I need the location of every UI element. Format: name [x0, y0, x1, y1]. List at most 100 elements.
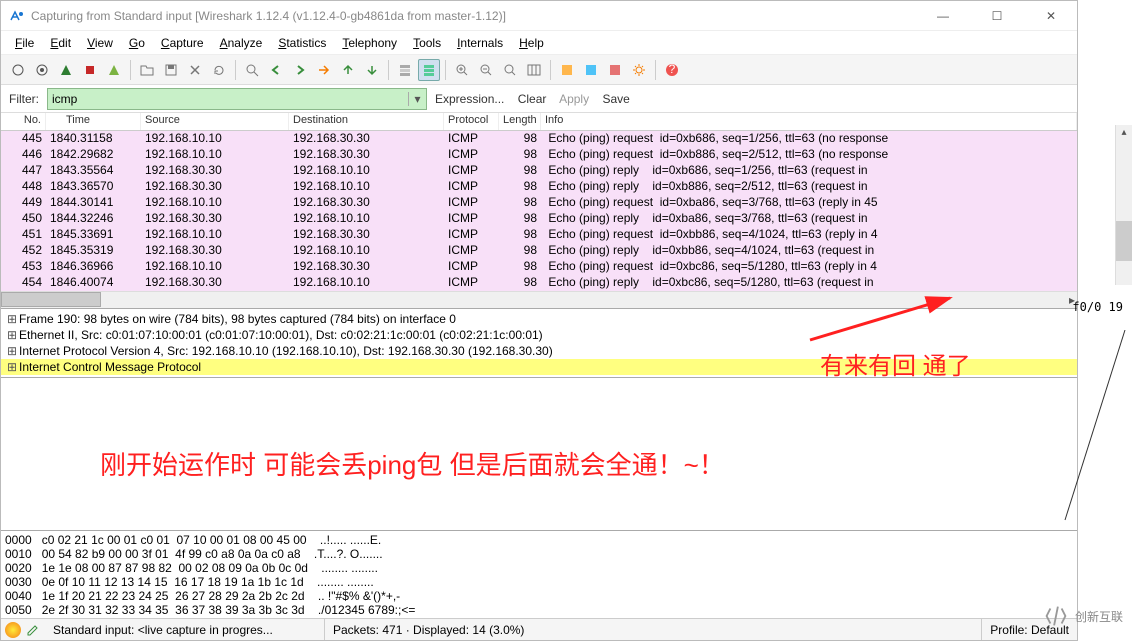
clear-link[interactable]: Clear	[518, 92, 547, 106]
expert-info-icon[interactable]	[5, 622, 21, 638]
packet-list-header: No. Time Source Destination Protocol Len…	[1, 113, 1077, 131]
logo-icon	[1041, 601, 1071, 631]
prefs-icon[interactable]	[628, 59, 650, 81]
display-filters-icon[interactable]	[580, 59, 602, 81]
expand-icon[interactable]: ⊞	[5, 312, 19, 326]
options-icon[interactable]	[31, 59, 53, 81]
table-row[interactable]: 4481843.36570192.168.30.30192.168.10.10I…	[1, 179, 1077, 195]
hex-line[interactable]: 0010 00 54 82 b9 00 00 3f 01 4f 99 c0 a8…	[5, 547, 1073, 561]
packet-list-pane: No. Time Source Destination Protocol Len…	[1, 113, 1077, 308]
table-row[interactable]: 4541846.40074192.168.30.30192.168.10.10I…	[1, 275, 1077, 291]
maximize-button[interactable]: ☐	[979, 9, 1015, 23]
start-icon[interactable]	[55, 59, 77, 81]
logo-text: 创新互联	[1075, 608, 1123, 625]
save-icon[interactable]	[160, 59, 182, 81]
table-row[interactable]: 4521845.35319192.168.30.30192.168.10.10I…	[1, 243, 1077, 259]
status-bar: Standard input: <live capture in progres…	[1, 618, 1077, 640]
autoscroll-icon[interactable]	[418, 59, 440, 81]
forward-icon[interactable]	[289, 59, 311, 81]
menu-capture[interactable]: Capture	[155, 34, 210, 52]
table-row[interactable]: 4471843.35564192.168.30.30192.168.10.10I…	[1, 163, 1077, 179]
menu-view[interactable]: View	[81, 34, 119, 52]
hex-line[interactable]: 0050 2e 2f 30 31 32 33 34 35 36 37 38 39…	[5, 603, 1073, 617]
status-source: Standard input: <live capture in progres…	[45, 619, 325, 640]
reload-icon[interactable]	[208, 59, 230, 81]
zoom-in-icon[interactable]	[451, 59, 473, 81]
hex-line[interactable]: 0040 1e 1f 20 21 22 23 24 25 26 27 28 29…	[5, 589, 1073, 603]
goto-icon[interactable]	[313, 59, 335, 81]
window-title: Capturing from Standard input [Wireshark…	[31, 9, 925, 23]
col-time[interactable]: Time	[46, 113, 141, 130]
menu-internals[interactable]: Internals	[451, 34, 509, 52]
col-len[interactable]: Length	[499, 113, 541, 130]
annotation-arrow-icon	[800, 290, 1060, 350]
open-icon[interactable]	[136, 59, 158, 81]
minimize-button[interactable]: —	[925, 9, 961, 23]
apply-link[interactable]: Apply	[559, 92, 589, 106]
col-proto[interactable]: Protocol	[444, 113, 499, 130]
zoom-100-icon[interactable]	[499, 59, 521, 81]
table-row[interactable]: 4461842.29682192.168.10.10192.168.30.30I…	[1, 147, 1077, 163]
filter-input-wrap: ▾	[47, 88, 427, 110]
v-scrollbar[interactable]: ▴	[1115, 125, 1132, 285]
side-text: f0/0 19	[1072, 300, 1123, 314]
expand-icon[interactable]: ⊞	[5, 344, 19, 358]
menu-analyze[interactable]: Analyze	[214, 34, 269, 52]
packet-list[interactable]: 4451840.31158192.168.10.10192.168.30.30I…	[1, 131, 1077, 291]
filter-input[interactable]	[48, 92, 408, 106]
menubar: FileEditViewGoCaptureAnalyzeStatisticsTe…	[1, 31, 1077, 55]
svg-text:?: ?	[669, 62, 676, 76]
menu-telephony[interactable]: Telephony	[336, 34, 403, 52]
hex-line[interactable]: 0030 0e 0f 10 11 12 13 14 15 16 17 18 19…	[5, 575, 1073, 589]
interfaces-icon[interactable]	[7, 59, 29, 81]
hex-line[interactable]: 0000 c0 02 21 1c 00 01 c0 01 07 10 00 01…	[5, 533, 1073, 547]
status-edit-icon[interactable]	[25, 622, 41, 638]
close-file-icon[interactable]	[184, 59, 206, 81]
table-row[interactable]: 4531846.36966192.168.10.10192.168.30.30I…	[1, 259, 1077, 275]
filter-links: Expression... Clear Apply Save	[435, 92, 640, 106]
menu-statistics[interactable]: Statistics	[272, 34, 332, 52]
zoom-out-icon[interactable]	[475, 59, 497, 81]
hex-line[interactable]: 0020 1e 1e 08 00 87 87 98 82 00 02 08 09…	[5, 561, 1073, 575]
status-packets: Packets: 471 · Displayed: 14 (3.0%)	[325, 619, 982, 640]
col-dest[interactable]: Destination	[289, 113, 444, 130]
toolbar: ?	[1, 55, 1077, 85]
last-icon[interactable]	[361, 59, 383, 81]
annotation-mid: 刚开始运作时 可能会丢ping包 但是后面就会全通！~！	[100, 445, 725, 482]
menu-help[interactable]: Help	[513, 34, 550, 52]
side-line-icon	[1060, 330, 1133, 530]
stop-icon[interactable]	[79, 59, 101, 81]
find-icon[interactable]	[241, 59, 263, 81]
filter-dropdown-icon[interactable]: ▾	[408, 92, 426, 106]
col-source[interactable]: Source	[141, 113, 289, 130]
save-link[interactable]: Save	[602, 92, 629, 106]
expression-link[interactable]: Expression...	[435, 92, 504, 106]
back-icon[interactable]	[265, 59, 287, 81]
app-icon	[9, 8, 25, 24]
watermark-logo: 创新互联	[1041, 601, 1123, 631]
col-info[interactable]: Info	[541, 113, 1077, 130]
menu-tools[interactable]: Tools	[407, 34, 447, 52]
first-icon[interactable]	[337, 59, 359, 81]
capture-filters-icon[interactable]	[556, 59, 578, 81]
table-row[interactable]: 4501844.32246192.168.30.30192.168.10.10I…	[1, 211, 1077, 227]
titlebar: Capturing from Standard input [Wireshark…	[1, 1, 1077, 31]
hex-pane[interactable]: 0000 c0 02 21 1c 00 01 c0 01 07 10 00 01…	[1, 530, 1077, 618]
menu-go[interactable]: Go	[123, 34, 151, 52]
col-no[interactable]: No.	[1, 113, 46, 130]
table-row[interactable]: 4511845.33691192.168.10.10192.168.30.30I…	[1, 227, 1077, 243]
table-row[interactable]: 4491844.30141192.168.10.10192.168.30.30I…	[1, 195, 1077, 211]
close-button[interactable]: ✕	[1033, 9, 1069, 23]
restart-icon[interactable]	[103, 59, 125, 81]
help-icon[interactable]: ?	[661, 59, 683, 81]
expand-icon[interactable]: ⊞	[5, 328, 19, 342]
table-row[interactable]: 4451840.31158192.168.10.10192.168.30.30I…	[1, 131, 1077, 147]
scroll-up-icon[interactable]: ▴	[1116, 125, 1132, 141]
menu-edit[interactable]: Edit	[44, 34, 77, 52]
resize-cols-icon[interactable]	[523, 59, 545, 81]
expand-icon[interactable]: ⊞	[5, 360, 19, 374]
coloring-rules-icon[interactable]	[604, 59, 626, 81]
menu-file[interactable]: File	[9, 34, 40, 52]
colorize-icon[interactable]	[394, 59, 416, 81]
filter-label: Filter:	[9, 92, 39, 106]
